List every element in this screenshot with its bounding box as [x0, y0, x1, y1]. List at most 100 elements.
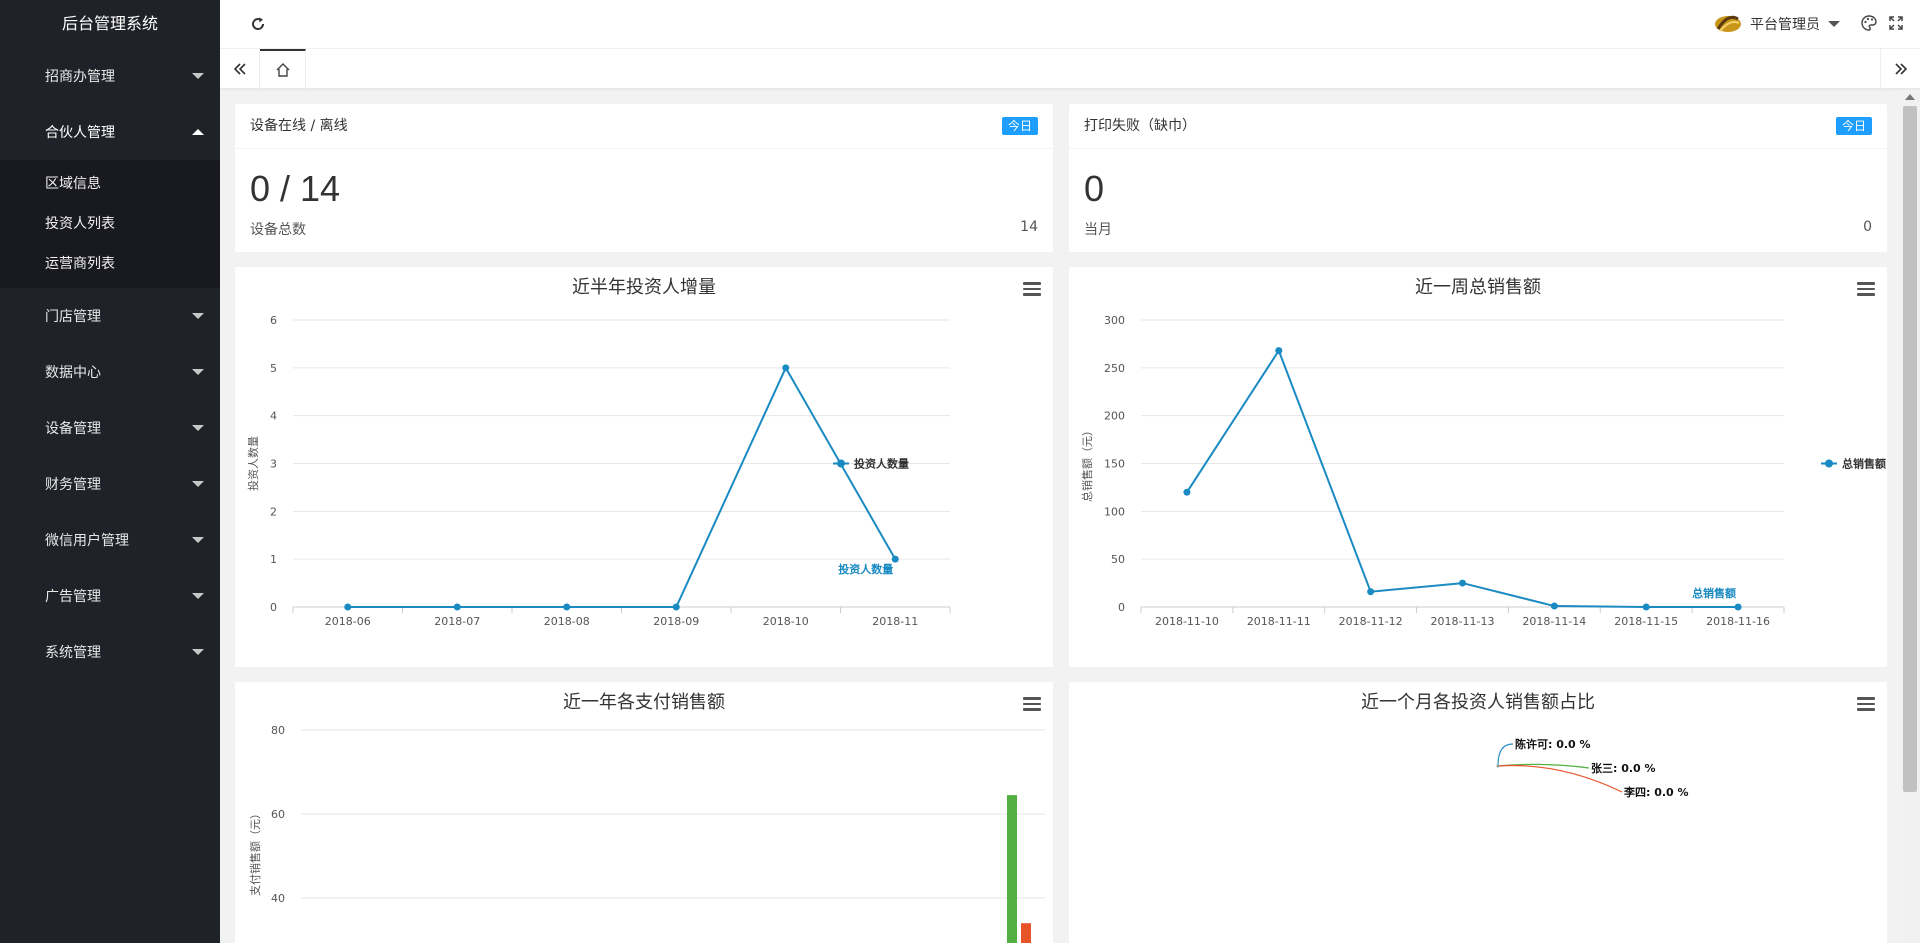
chevron-down-icon — [192, 73, 204, 79]
avatar — [1715, 15, 1741, 32]
stat-foot-label: 当月 — [1084, 222, 1112, 238]
tab-scroll-right-icon[interactable] — [1880, 49, 1920, 89]
series-end-label: 总销售额 — [1692, 586, 1736, 600]
pie-slice-label: 陈许可: 0.0 % — [1515, 737, 1591, 751]
sidebar-subitem-investors[interactable]: 投资人列表 — [0, 204, 220, 244]
stat-title: 设备在线 / 离线 — [250, 118, 348, 134]
chevron-down-icon — [192, 369, 204, 375]
x-tick-label: 2018-11 — [872, 615, 918, 628]
x-tick-label: 2018-11-10 — [1155, 615, 1219, 628]
y-tick-label: 1 — [270, 553, 277, 566]
x-tick-label: 2018-10 — [763, 615, 809, 628]
legend-marker — [1825, 459, 1833, 468]
x-tick-label: 2018-11-11 — [1247, 615, 1311, 628]
chevron-down-icon — [192, 649, 204, 655]
sidebar-item-partner[interactable]: 合伙人管理 — [0, 104, 220, 160]
sidebar-item-devices[interactable]: 设备管理 — [0, 400, 220, 456]
today-badge: 今日 — [1835, 117, 1872, 135]
data-point — [344, 603, 352, 611]
y-tick-label: 60 — [271, 808, 285, 821]
sidebar-item-label: 微信用户管理 — [45, 533, 129, 549]
data-point — [1183, 488, 1191, 496]
menu-icon[interactable] — [1023, 282, 1041, 296]
scroll-up-arrow-icon[interactable] — [1905, 94, 1915, 100]
data-point — [1734, 603, 1742, 611]
sidebar-item-ads[interactable]: 广告管理 — [0, 568, 220, 624]
y-tick-label: 150 — [1104, 458, 1125, 471]
menu-icon[interactable] — [1023, 697, 1041, 711]
y-tick-label: 100 — [1104, 505, 1125, 518]
line-chart-sales: 0 50 100 150 200 250 300 2018-11-10 2018-11-11 20… — [1080, 314, 1886, 628]
sidebar-subitem-region[interactable]: 区域信息 — [0, 164, 220, 204]
y-axis-label: 总销售额（元） — [1080, 425, 1094, 502]
app-title: 后台管理系统 — [0, 0, 220, 48]
chart-title: 近一个月各投资人销售额占比 — [1361, 692, 1595, 713]
fullscreen-icon[interactable] — [1888, 15, 1906, 33]
stat-card-print-failure: 打印失败（缺巾） 今日 0 当月 0 — [1069, 104, 1887, 252]
page-scrollbar[interactable] — [1900, 90, 1920, 943]
chart-title: 近一年各支付销售额 — [563, 692, 725, 713]
sidebar-item-label: 设备管理 — [45, 421, 101, 437]
tab-scroll-left-icon[interactable] — [220, 49, 260, 89]
stat-foot-value: 14 — [1020, 219, 1038, 235]
user-name: 平台管理员 — [1750, 17, 1820, 33]
sidebar-item-system[interactable]: 系统管理 — [0, 624, 220, 680]
menu-icon[interactable] — [1857, 697, 1875, 711]
y-tick-label: 0 — [270, 601, 277, 614]
sidebar-subitem-operators[interactable]: 运营商列表 — [0, 244, 220, 284]
today-badge: 今日 — [1001, 117, 1038, 135]
legend-label: 总销售额 — [1842, 457, 1886, 471]
x-tick-label: 2018-11-13 — [1431, 615, 1495, 628]
y-tick-label: 250 — [1104, 362, 1125, 375]
x-tick-label: 2018-11-14 — [1522, 615, 1586, 628]
series-line — [347, 365, 897, 608]
chart-card-investor-share: 近一个月各投资人销售额占比 陈许可: 0.0 % 张三: 0.0 % 李四: 0.0… — [1069, 682, 1887, 943]
x-tick-label: 2018-11-16 — [1706, 615, 1770, 628]
y-tick-label: 5 — [270, 362, 277, 375]
home-icon — [276, 63, 289, 77]
sidebar: 后台管理系统 招商办管理 合伙人管理 区域信息 投资人列表 运营商列表 门店管理… — [0, 0, 220, 943]
y-tick-label: 2 — [270, 505, 277, 518]
legend-marker — [837, 459, 845, 468]
sidebar-submenu: 区域信息 投资人列表 运营商列表 — [0, 160, 220, 288]
stat-value: 0 / 14 — [250, 168, 341, 209]
sidebar-item-data-center[interactable]: 数据中心 — [0, 344, 220, 400]
data-point — [453, 603, 461, 611]
stat-value: 0 — [1084, 168, 1105, 209]
pie-chart-investor-share: 陈许可: 0.0 %张三: 0.0 % 李四: 0.0 % — [1496, 737, 1689, 799]
chart-card-payment-sales: 近一年各支付销售额 20406080支付销售额（元） — [235, 682, 1053, 943]
bar — [1007, 795, 1017, 943]
palette-icon[interactable] — [1860, 14, 1880, 34]
x-tick-label: 2018-07 — [434, 615, 480, 628]
sidebar-item-finance[interactable]: 财务管理 — [0, 456, 220, 512]
y-tick-label: 300 — [1104, 314, 1125, 327]
menu-icon[interactable] — [1857, 282, 1875, 296]
y-tick-label: 50 — [1111, 553, 1125, 566]
refresh-icon[interactable] — [248, 14, 268, 34]
x-tick-label: 2018-09 — [653, 615, 699, 628]
chevron-down-icon — [192, 481, 204, 487]
pie-slice-label: 张三: 0.0 % — [1591, 761, 1656, 775]
stat-card-devices: 设备在线 / 离线 今日 0 / 14 设备总数 14 — [235, 104, 1053, 252]
dashboard-content: 设备在线 / 离线 今日 0 / 14 设备总数 14 打印失败（缺巾） 今日 … — [220, 90, 1900, 943]
sidebar-item-label: 系统管理 — [45, 645, 101, 661]
sidebar-item-merchant-office[interactable]: 招商办管理 — [0, 48, 220, 104]
pie-center — [1496, 764, 1500, 768]
y-tick-label: 80 — [271, 724, 285, 737]
tab-home[interactable] — [260, 49, 306, 89]
sidebar-item-wechat-users[interactable]: 微信用户管理 — [0, 512, 220, 568]
sidebar-item-stores[interactable]: 门店管理 — [0, 288, 220, 344]
scroll-thumb[interactable] — [1903, 106, 1917, 792]
user-menu[interactable]: 平台管理员 — [1714, 12, 1840, 36]
bar — [1021, 923, 1031, 943]
legend-label: 投资人数量 — [854, 457, 909, 471]
series-line — [1186, 348, 1739, 608]
chevron-down-icon — [192, 313, 204, 319]
chevron-down-icon — [192, 593, 204, 599]
chevron-down-icon — [192, 425, 204, 431]
y-tick-label: 4 — [270, 410, 277, 423]
y-tick-label: 3 — [270, 458, 277, 471]
stat-foot-label: 设备总数 — [250, 222, 306, 238]
chevron-up-icon — [192, 129, 204, 135]
stat-foot-value: 0 — [1863, 219, 1872, 235]
